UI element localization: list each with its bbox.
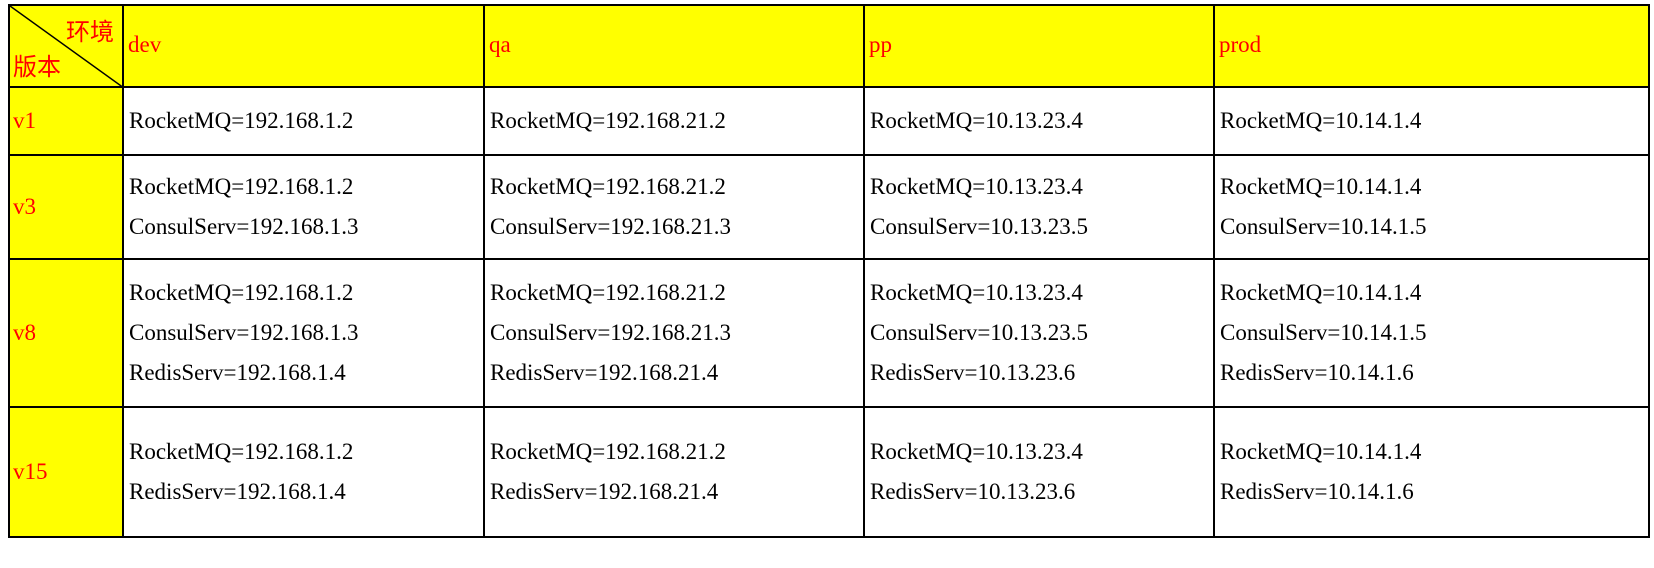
env-header-pp: pp xyxy=(863,4,1215,88)
config-cell: RocketMQ=192.168.21.2 RedisServ=192.168.… xyxy=(483,406,865,538)
config-cell: RocketMQ=192.168.21.2 xyxy=(483,86,865,156)
version-label-v3: v3 xyxy=(8,154,124,260)
header-row: 环境 版本 dev qa pp prod xyxy=(8,4,1650,88)
config-entry: RedisServ=10.14.1.6 xyxy=(1220,360,1414,385)
config-entry: RocketMQ=10.14.1.4 xyxy=(1220,108,1422,133)
config-entry: RocketMQ=192.168.21.2 xyxy=(490,280,726,305)
config-cell: RocketMQ=192.168.1.2 xyxy=(122,86,485,156)
config-cell: RocketMQ=192.168.21.2 ConsulServ=192.168… xyxy=(483,154,865,260)
config-cell: RocketMQ=192.168.1.2 ConsulServ=192.168.… xyxy=(122,154,485,260)
config-cell: RocketMQ=10.13.23.4 xyxy=(863,86,1215,156)
config-cell: RocketMQ=10.14.1.4 RedisServ=10.14.1.6 xyxy=(1213,406,1650,538)
config-entry: RocketMQ=192.168.1.2 xyxy=(129,108,354,133)
config-cell: RocketMQ=192.168.21.2 ConsulServ=192.168… xyxy=(483,258,865,408)
config-entry: RocketMQ=192.168.21.2 xyxy=(490,439,726,464)
version-axis-label: 版本 xyxy=(13,53,61,81)
config-cell: RocketMQ=192.168.1.2 ConsulServ=192.168.… xyxy=(122,258,485,408)
config-entry: ConsulServ=10.14.1.5 xyxy=(1220,214,1427,239)
config-cell: RocketMQ=10.13.23.4 ConsulServ=10.13.23.… xyxy=(863,154,1215,260)
table-row: v8 RocketMQ=192.168.1.2 ConsulServ=192.1… xyxy=(8,258,1650,408)
config-cell: RocketMQ=10.14.1.4 xyxy=(1213,86,1650,156)
config-entry: RocketMQ=10.14.1.4 xyxy=(1220,439,1422,464)
config-entry: RocketMQ=192.168.1.2 xyxy=(129,174,354,199)
version-label-v8: v8 xyxy=(8,258,124,408)
table-row: v1 RocketMQ=192.168.1.2 RocketMQ=192.168… xyxy=(8,86,1650,156)
config-entry: RedisServ=192.168.21.4 xyxy=(490,479,719,504)
env-header-qa: qa xyxy=(483,4,865,88)
config-entry: RocketMQ=192.168.21.2 xyxy=(490,174,726,199)
config-cell: RocketMQ=192.168.1.2 RedisServ=192.168.1… xyxy=(122,406,485,538)
env-header-dev: dev xyxy=(122,4,485,88)
config-entry: RedisServ=10.13.23.6 xyxy=(870,360,1076,385)
config-cell: RocketMQ=10.13.23.4 ConsulServ=10.13.23.… xyxy=(863,258,1215,408)
config-entry: ConsulServ=10.13.23.5 xyxy=(870,214,1089,239)
config-cell: RocketMQ=10.14.1.4 ConsulServ=10.14.1.5 xyxy=(1213,154,1650,260)
config-entry: RocketMQ=10.13.23.4 xyxy=(870,439,1083,464)
config-entry: RocketMQ=10.14.1.4 xyxy=(1220,280,1422,305)
table-row: v3 RocketMQ=192.168.1.2 ConsulServ=192.1… xyxy=(8,154,1650,260)
env-header-prod: prod xyxy=(1213,4,1650,88)
config-entry: RocketMQ=192.168.1.2 xyxy=(129,439,354,464)
corner-header-cell: 环境 版本 xyxy=(8,4,124,88)
config-entry: ConsulServ=192.168.1.3 xyxy=(129,214,359,239)
config-entry: ConsulServ=10.14.1.5 xyxy=(1220,320,1427,345)
environment-axis-label: 环境 xyxy=(66,18,114,46)
version-label-v15: v15 xyxy=(8,406,124,538)
config-entry: RedisServ=192.168.1.4 xyxy=(129,360,346,385)
config-entry: RocketMQ=10.13.23.4 xyxy=(870,174,1083,199)
environment-version-table: 环境 版本 dev qa pp prod v1 RocketMQ=192.168… xyxy=(8,4,1650,538)
config-entry: RocketMQ=10.13.23.4 xyxy=(870,280,1083,305)
config-cell: RocketMQ=10.14.1.4 ConsulServ=10.14.1.5 … xyxy=(1213,258,1650,408)
config-entry: RocketMQ=10.14.1.4 xyxy=(1220,174,1422,199)
table-row: v15 RocketMQ=192.168.1.2 RedisServ=192.1… xyxy=(8,406,1650,538)
config-entry: RedisServ=192.168.21.4 xyxy=(490,360,719,385)
config-entry: ConsulServ=192.168.21.3 xyxy=(490,320,732,345)
config-entry: RocketMQ=192.168.1.2 xyxy=(129,280,354,305)
config-cell: RocketMQ=10.13.23.4 RedisServ=10.13.23.6 xyxy=(863,406,1215,538)
config-entry: RedisServ=192.168.1.4 xyxy=(129,479,346,504)
version-label-v1: v1 xyxy=(8,86,124,156)
config-entry: RocketMQ=192.168.21.2 xyxy=(490,108,726,133)
config-entry: RedisServ=10.13.23.6 xyxy=(870,479,1076,504)
config-entry: ConsulServ=192.168.21.3 xyxy=(490,214,732,239)
config-entry: ConsulServ=10.13.23.5 xyxy=(870,320,1089,345)
config-entry: RocketMQ=10.13.23.4 xyxy=(870,108,1083,133)
config-entry: RedisServ=10.14.1.6 xyxy=(1220,479,1414,504)
config-entry: ConsulServ=192.168.1.3 xyxy=(129,320,359,345)
